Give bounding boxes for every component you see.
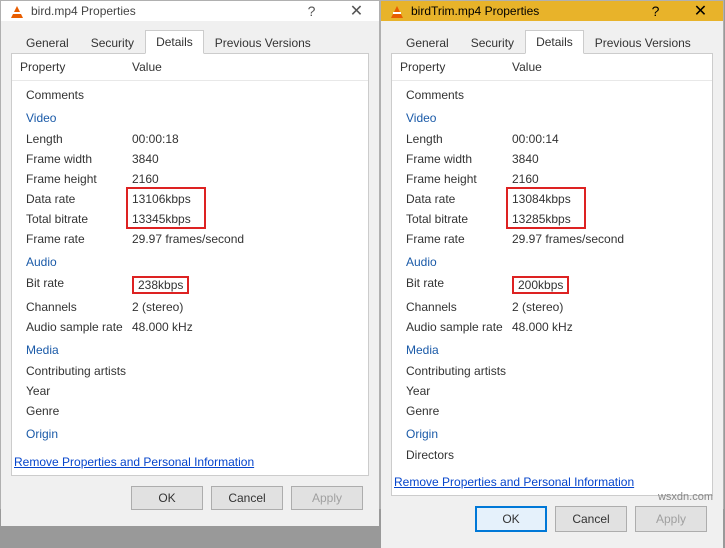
frame-rate-value: 29.97 frames/second: [512, 232, 702, 246]
genre-label: Genre: [26, 404, 132, 418]
header-property: Property: [20, 60, 132, 74]
cancel-button[interactable]: Cancel: [211, 486, 283, 510]
length-label: Length: [26, 132, 132, 146]
tab-previous-versions[interactable]: Previous Versions: [204, 31, 322, 54]
section-origin: Origin: [400, 421, 704, 445]
contributing-label: Contributing artists: [406, 364, 512, 378]
cancel-button[interactable]: Cancel: [555, 506, 627, 532]
header-value: Value: [132, 60, 360, 74]
comments-label: Comments: [26, 88, 132, 102]
directors-label: Directors: [406, 448, 512, 462]
bit-rate-value: 200kbps: [512, 276, 569, 294]
apply-button[interactable]: Apply: [291, 486, 363, 510]
close-button[interactable]: ✕: [678, 1, 723, 21]
frame-height-value: 2160: [132, 172, 358, 186]
total-bitrate-value: 13345kbps: [132, 212, 358, 226]
tab-details[interactable]: Details: [145, 30, 204, 54]
vlc-icon: [389, 3, 405, 19]
comments-label: Comments: [406, 88, 512, 102]
section-media: Media: [20, 337, 360, 361]
window-title: bird.mp4 Properties: [31, 4, 289, 18]
length-label: Length: [406, 132, 512, 146]
channels-label: Channels: [26, 300, 132, 314]
details-list[interactable]: Comments Video Length00:00:14 Frame widt…: [392, 81, 712, 469]
frame-height-value: 2160: [512, 172, 702, 186]
frame-rate-label: Frame rate: [406, 232, 512, 246]
total-bitrate-label: Total bitrate: [26, 212, 132, 226]
remove-properties-link[interactable]: Remove Properties and Personal Informati…: [12, 449, 368, 475]
data-rate-label: Data rate: [406, 192, 512, 206]
channels-label: Channels: [406, 300, 512, 314]
header-property: Property: [400, 60, 512, 74]
section-origin: Origin: [20, 421, 360, 445]
data-rate-label: Data rate: [26, 192, 132, 206]
bit-rate-label: Bit rate: [26, 276, 132, 294]
details-list[interactable]: Comments Video Length00:00:18 Frame widt…: [12, 81, 368, 449]
genre-label: Genre: [406, 404, 512, 418]
tabs: General Security Details Previous Versio…: [391, 29, 713, 54]
total-bitrate-label: Total bitrate: [406, 212, 512, 226]
frame-width-value: 3840: [512, 152, 702, 166]
titlebar[interactable]: birdTrim.mp4 Properties ? ✕: [381, 1, 723, 21]
watermark: wsxdn.com: [658, 491, 713, 503]
length-value: 00:00:18: [132, 132, 358, 146]
channels-value: 2 (stereo): [512, 300, 702, 314]
tab-previous-versions[interactable]: Previous Versions: [584, 31, 702, 54]
section-video: Video: [400, 105, 704, 129]
frame-width-label: Frame width: [406, 152, 512, 166]
ok-button[interactable]: OK: [131, 486, 203, 510]
properties-dialog-right: birdTrim.mp4 Properties ? ✕ General Secu…: [380, 0, 724, 509]
year-label: Year: [406, 384, 512, 398]
sample-rate-label: Audio sample rate: [406, 320, 512, 334]
tab-general[interactable]: General: [15, 31, 80, 54]
list-header: Property Value: [12, 54, 368, 81]
window-title: birdTrim.mp4 Properties: [411, 4, 633, 18]
year-label: Year: [26, 384, 132, 398]
data-rate-value: 13106kbps: [132, 192, 358, 206]
frame-width-value: 3840: [132, 152, 358, 166]
sample-rate-label: Audio sample rate: [26, 320, 132, 334]
tab-details[interactable]: Details: [525, 30, 584, 54]
frame-rate-value: 29.97 frames/second: [132, 232, 358, 246]
tab-general[interactable]: General: [395, 31, 460, 54]
apply-button[interactable]: Apply: [635, 506, 707, 532]
tab-security[interactable]: Security: [80, 31, 145, 54]
ok-button[interactable]: OK: [475, 506, 547, 532]
properties-dialog-left: bird.mp4 Properties ? ✕ General Security…: [0, 0, 380, 509]
list-header: Property Value: [392, 54, 712, 81]
sample-rate-value: 48.000 kHz: [512, 320, 702, 334]
section-video: Video: [20, 105, 360, 129]
channels-value: 2 (stereo): [132, 300, 358, 314]
total-bitrate-value: 13285kbps: [512, 212, 702, 226]
sample-rate-value: 48.000 kHz: [132, 320, 358, 334]
header-value: Value: [512, 60, 704, 74]
frame-height-label: Frame height: [406, 172, 512, 186]
frame-width-label: Frame width: [26, 152, 132, 166]
section-audio: Audio: [20, 249, 360, 273]
bit-rate-label: Bit rate: [406, 276, 512, 294]
length-value: 00:00:14: [512, 132, 702, 146]
tabs: General Security Details Previous Versio…: [11, 29, 369, 54]
section-audio: Audio: [400, 249, 704, 273]
titlebar[interactable]: bird.mp4 Properties ? ✕: [1, 1, 379, 21]
vlc-icon: [9, 3, 25, 19]
data-rate-value: 13084kbps: [512, 192, 702, 206]
tab-security[interactable]: Security: [460, 31, 525, 54]
bit-rate-value: 238kbps: [132, 276, 189, 294]
frame-height-label: Frame height: [26, 172, 132, 186]
help-button[interactable]: ?: [289, 1, 334, 21]
contributing-label: Contributing artists: [26, 364, 132, 378]
help-button[interactable]: ?: [633, 1, 678, 21]
close-button[interactable]: ✕: [334, 1, 379, 21]
frame-rate-label: Frame rate: [26, 232, 132, 246]
section-media: Media: [400, 337, 704, 361]
